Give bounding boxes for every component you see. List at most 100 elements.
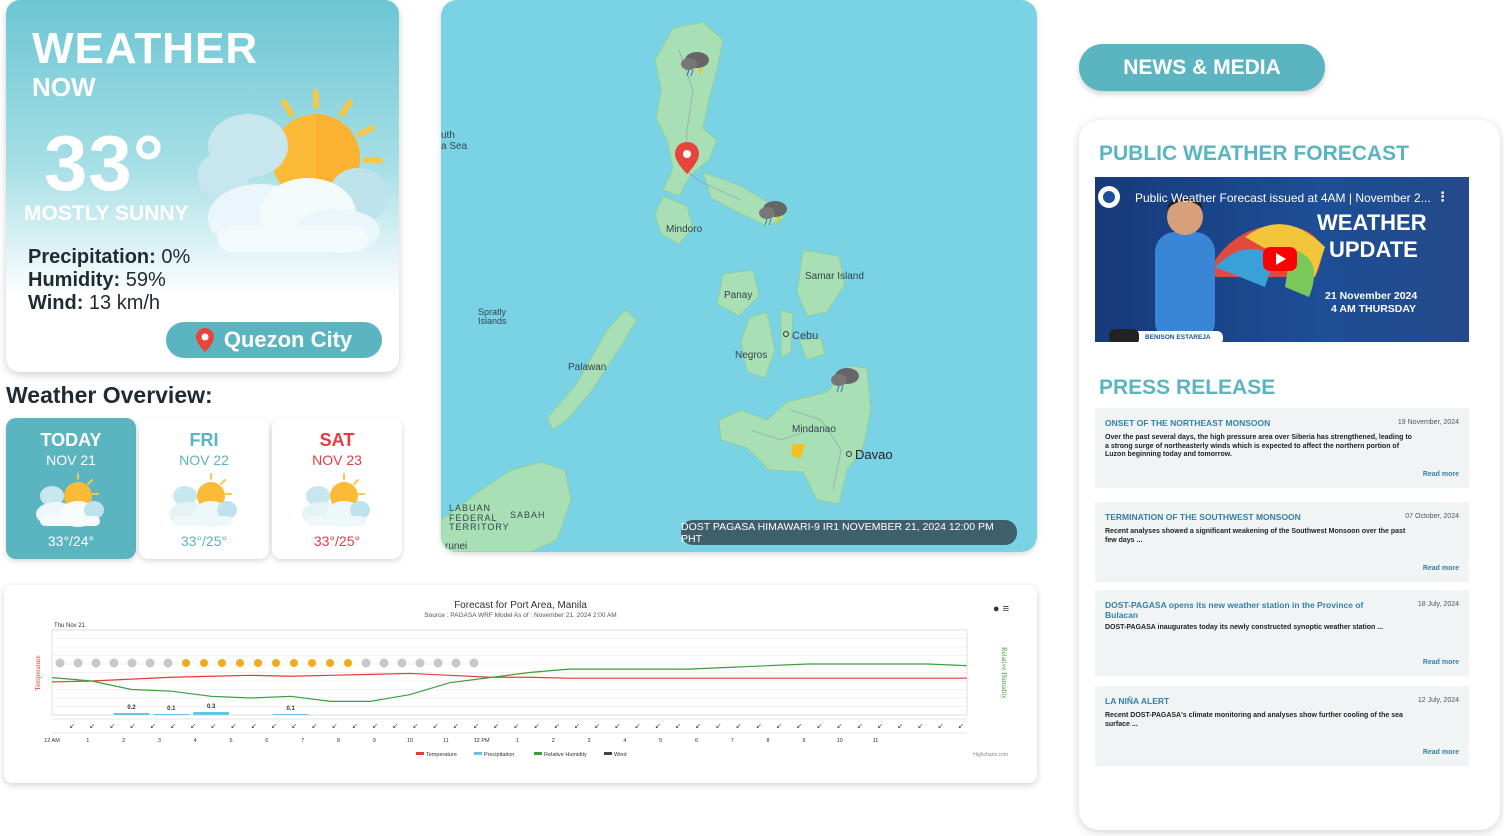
location-button[interactable]: Quezon City (166, 322, 382, 358)
wind-barb-icon: ↙ (473, 723, 479, 730)
youtube-play-icon[interactable] (1263, 247, 1297, 271)
video-presenter: BENISON ESTAREJA (1145, 334, 1211, 341)
legend-swatch (416, 752, 424, 755)
legend-swatch (474, 752, 482, 755)
x-tick-label: 1 (516, 738, 519, 744)
wind-barb-icon: ↙ (453, 723, 459, 730)
x-tick-label: 11 (873, 738, 879, 744)
legend-swatch (604, 752, 612, 755)
wind-barb-icon: ↙ (513, 723, 519, 730)
wind-barb-icon: ↙ (816, 723, 822, 730)
press-item[interactable]: DOST-PAGASA opens its new weather statio… (1095, 590, 1469, 676)
wind-barb-icon: ↙ (231, 723, 237, 730)
video-more-icon[interactable]: ⋮ (1436, 189, 1449, 205)
wind-barb-icon: ↙ (130, 723, 136, 730)
wind-barb-icon: ↙ (392, 723, 398, 730)
weather-overview-title: Weather Overview: (6, 382, 213, 408)
wind-barb-icon: ↙ (271, 723, 277, 730)
day-date: NOV 22 (179, 452, 229, 468)
press-item-title[interactable]: TERMINATION OF THE SOUTHWEST MONSOON (1105, 512, 1385, 522)
day-name: FRI (189, 430, 219, 450)
day-card-sat[interactable]: SAT NOV 23 33°/25° (272, 418, 402, 559)
cloud-symbol-icon (145, 658, 155, 668)
sun-symbol-icon (218, 659, 226, 667)
precipitation-label: 0.1 (167, 706, 176, 712)
map-label-labuan: LABUAN FEDERAL TERRITORY (449, 503, 510, 532)
precipitation-bar (272, 714, 309, 715)
x-tick-label: 3 (158, 738, 161, 744)
press-release-title: PRESS RELEASE (1099, 376, 1276, 399)
video-headline-1: WEATHER (1317, 210, 1427, 235)
x-tick-label: 12 PM (474, 738, 490, 744)
location-pin-icon (195, 328, 214, 352)
read-more-link[interactable]: Read more (1423, 565, 1459, 572)
sun-symbol-icon (326, 659, 334, 667)
chart-credit: Highcharts.com (973, 752, 1008, 758)
x-tick-label: 12 AM (44, 738, 60, 744)
day-date: NOV 23 (312, 452, 362, 468)
map-caption: DOST PAGASA HIMAWARI-9 IR1 NOVEMBER 21, … (681, 520, 1017, 545)
precipitation-bar (193, 712, 230, 715)
x-tick-label: 5 (229, 738, 232, 744)
x-tick-label: 5 (659, 738, 662, 744)
x-tick-label: 9 (373, 738, 376, 744)
news-media-button[interactable]: NEWS & MEDIA (1079, 44, 1325, 91)
day-temp-range: 33°/25° (180, 533, 228, 549)
map-label-cebu: Cebu (792, 330, 819, 342)
x-tick-label: 8 (767, 738, 770, 744)
precipitation-label: 0.1 (287, 706, 296, 712)
press-item[interactable]: TERMINATION OF THE SOUTHWEST MONSOON 07 … (1095, 502, 1469, 582)
cloud-symbol-icon (109, 658, 119, 668)
wind-barb-icon: ↙ (917, 723, 923, 730)
wind-barb-icon: ↙ (574, 723, 580, 730)
cloud-symbol-icon (91, 658, 101, 668)
sun-symbol-icon (344, 659, 352, 667)
current-temperature: 33° (44, 119, 165, 207)
wind-label: Wind: (28, 292, 84, 314)
weather-now-title: WEATHER (32, 24, 259, 73)
partly-cloudy-icon (302, 473, 370, 527)
press-item[interactable]: ONSET OF THE NORTHEAST MONSOON 19 Novemb… (1095, 408, 1469, 488)
map-label-panay: Panay (724, 290, 753, 301)
sun-symbol-icon (182, 659, 190, 667)
partly-cloudy-icon (36, 473, 104, 527)
x-tick-label: 11 (443, 738, 449, 744)
day-card-fri[interactable]: FRI NOV 22 33°/25° (139, 418, 269, 559)
wind-barb-icon: ↙ (311, 723, 317, 730)
public-forecast-title: PUBLIC WEATHER FORECAST (1099, 142, 1409, 165)
read-more-link[interactable]: Read more (1423, 749, 1459, 756)
wind-barb-icon: ↙ (675, 723, 681, 730)
wind-barb-icon: ↙ (958, 723, 964, 730)
press-item[interactable]: LA NIÑA ALERT 12 July, 2024 Recent DOST-… (1095, 686, 1469, 766)
day-card-today[interactable]: TODAY NOV 21 33°/24° (6, 418, 136, 559)
map-label-sabah: SABAH (510, 510, 546, 520)
map-label-davao: Davao (855, 447, 893, 462)
wind-barb-icon: ↙ (332, 723, 338, 730)
press-item-title[interactable]: ONSET OF THE NORTHEAST MONSOON (1105, 418, 1385, 428)
sun-symbol-icon (308, 659, 316, 667)
read-more-link[interactable]: Read more (1423, 659, 1459, 666)
map-label-samar: Samar Island (805, 271, 864, 282)
wind-barb-icon: ↙ (756, 723, 762, 730)
wind-barb-icon: ↙ (938, 723, 944, 730)
partly-cloudy-icon (169, 473, 237, 527)
wind-barb-icon: ↙ (655, 723, 661, 730)
video-date: 21 November 2024 (1325, 290, 1418, 302)
x-tick-label: 4 (623, 738, 626, 744)
sun-symbol-icon (236, 659, 244, 667)
wind-row: Wind: 13 km/h (28, 292, 190, 315)
weather-now-card: WEATHER NOW 33° MOSTLY SUNNY Precipitati… (6, 0, 399, 372)
press-item-date: 12 July, 2024 (1417, 697, 1459, 704)
wind-barb-icon: ↙ (614, 723, 620, 730)
wind-barb-icon: ↙ (493, 723, 499, 730)
wind-barb-icon: ↙ (554, 723, 560, 730)
press-item-title[interactable]: DOST-PAGASA opens its new weather statio… (1105, 600, 1385, 620)
press-item-body: Over the past several days, the high pre… (1105, 434, 1412, 458)
satellite-map[interactable]: uth a Sea Mindoro Samar Island Panay Ceb… (441, 0, 1037, 552)
forecast-video[interactable]: Public Weather Forecast issued at 4AM | … (1095, 177, 1469, 342)
wind-barb-icon: ↙ (251, 723, 257, 730)
x-tick-label: 2 (552, 738, 555, 744)
sun-symbol-icon (290, 659, 298, 667)
read-more-link[interactable]: Read more (1423, 471, 1459, 478)
press-item-title[interactable]: LA NIÑA ALERT (1105, 696, 1385, 706)
